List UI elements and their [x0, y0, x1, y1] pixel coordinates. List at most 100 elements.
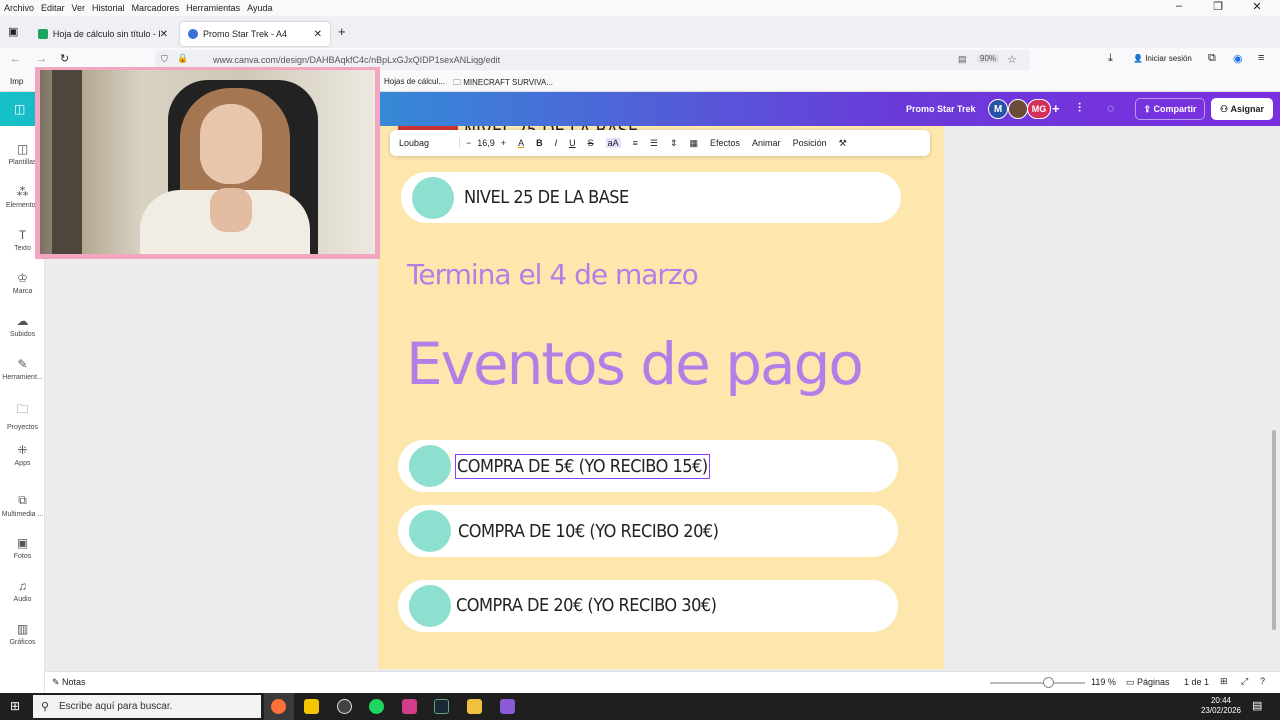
assign-button[interactable]: ⚇ Asignar — [1211, 98, 1273, 120]
menu-bookmarks[interactable]: Marcadores — [132, 3, 180, 13]
text-color-icon[interactable]: A — [518, 138, 524, 148]
list-item-text[interactable]: NIVEL 25 DE LA BASE — [464, 187, 629, 208]
uploads-icon: ☁ — [16, 314, 29, 328]
avatar[interactable]: M — [988, 99, 1008, 119]
zoom-slider[interactable] — [990, 682, 1085, 684]
underline-icon[interactable]: U — [569, 138, 576, 148]
transparency-icon[interactable]: ▦ — [690, 138, 699, 149]
list-item-text[interactable]: COMPRA DE 10€ (YO RECIBO 20€) — [458, 521, 719, 542]
taskbar-search[interactable]: ⚲ Escribe aquí para buscar. — [33, 695, 261, 718]
menu-file[interactable]: Archivo — [4, 3, 34, 13]
sidebar-item-brand[interactable]: ♔ Marca — [0, 271, 45, 295]
bookmark-minecraft[interactable]: 🗀 MINECRAFT SURVIVA... — [453, 77, 553, 91]
forward-icon[interactable]: → — [36, 53, 47, 65]
close-tab-icon[interactable]: ✕ — [314, 29, 322, 40]
list-icon[interactable]: ☰ — [650, 138, 658, 149]
strikethrough-icon[interactable]: S — [588, 138, 594, 148]
hamburger-icon[interactable]: ◫ — [14, 102, 25, 116]
maximize-icon[interactable]: ❐ — [1202, 0, 1234, 13]
list-item-event[interactable]: COMPRA DE 5€ (YO RECIBO 15€) — [398, 440, 898, 492]
case-icon[interactable]: aA — [605, 138, 621, 148]
notification-icon[interactable]: ▤ — [1252, 699, 1262, 712]
list-item-text[interactable]: COMPRA DE 20€ (YO RECIBO 30€) — [456, 595, 717, 616]
comment-icon[interactable]: ◌ — [1107, 101, 1114, 115]
download-icon[interactable]: ⤓ — [1108, 52, 1113, 65]
font-size-input[interactable]: 16,9 — [477, 138, 495, 148]
sidebar-item-media[interactable]: ⧉ Multimedia ... — [0, 493, 45, 518]
obs-icon[interactable] — [337, 699, 352, 714]
close-icon[interactable]: ✕ — [1241, 0, 1273, 13]
tab-spreadsheet[interactable]: Hoja de cálculo sin título - Hoja ✕ — [30, 22, 176, 46]
font-selector[interactable]: Loubag — [390, 138, 460, 148]
add-collaborator-icon[interactable]: + — [1052, 101, 1060, 116]
sidebar-item-uploads[interactable]: ☁ Subidos — [0, 314, 45, 338]
pages-button[interactable]: ▭ Páginas — [1126, 677, 1170, 688]
notes-app-icon[interactable] — [304, 699, 319, 714]
grid-view-icon[interactable]: ⊞ — [1220, 676, 1228, 687]
sidebar-item-tools[interactable]: ✎ Herramient... — [0, 357, 45, 381]
effects-button[interactable]: Efectos — [710, 138, 740, 148]
list-item-event[interactable]: COMPRA DE 10€ (YO RECIBO 20€) — [398, 505, 898, 557]
list-item-text[interactable]: COMPRA DE 5€ (YO RECIBO 15€) — [455, 454, 710, 479]
bookmark-sheets[interactable]: Hojas de cálcul... — [384, 77, 445, 86]
tab-list-icon[interactable]: ▣ — [8, 25, 18, 38]
sidebar-item-projects[interactable]: 🗀 Proyectos — [0, 400, 45, 431]
steam-icon[interactable] — [434, 699, 449, 714]
increase-size-icon[interactable]: + — [501, 138, 506, 148]
back-icon[interactable]: ← — [10, 53, 21, 65]
file-explorer-icon[interactable] — [467, 699, 482, 714]
menu-history[interactable]: Historial — [92, 3, 125, 13]
avatar[interactable]: MG — [1027, 99, 1051, 119]
zoom-badge[interactable]: 90% — [977, 54, 1000, 63]
clock[interactable]: 20:44 23/02/2026 — [1196, 696, 1246, 716]
sidebar-item-photos[interactable]: ▣ Fotos — [0, 536, 45, 560]
star-icon[interactable]: ☆ — [1007, 53, 1017, 66]
sidebar-item-apps[interactable]: ⁜ Apps — [0, 443, 45, 467]
windows-start-icon[interactable]: ⊞ — [10, 699, 20, 713]
app-icon[interactable] — [500, 699, 515, 714]
new-tab-icon[interactable]: + — [338, 24, 346, 39]
share-button[interactable]: ⇪ Compartir — [1135, 98, 1205, 120]
sidebar-item-charts[interactable]: ▥ Gráficos — [0, 622, 45, 646]
help-icon[interactable]: ? — [1260, 676, 1265, 686]
doc-title[interactable]: Promo Star Trek — [906, 104, 976, 114]
menu-view[interactable]: Ver — [72, 3, 86, 13]
vpn-icon[interactable]: ◉ — [1233, 52, 1243, 65]
animate-button[interactable]: Animar — [752, 138, 781, 148]
zoom-level[interactable]: 119 % — [1091, 677, 1116, 687]
menu-tools[interactable]: Herramientas — [186, 3, 240, 13]
menu-help[interactable]: Ayuda — [247, 3, 272, 13]
minimize-icon[interactable]: – — [1163, 0, 1195, 13]
reader-icon[interactable]: ▤ — [958, 54, 967, 65]
sidebar-item-audio[interactable]: ♫ Audio — [0, 579, 45, 603]
zoom-slider-handle[interactable] — [1043, 677, 1054, 688]
paint-format-icon[interactable]: ⚒ — [839, 138, 847, 149]
game-app-icon[interactable] — [402, 699, 417, 714]
ends-date-text[interactable]: Termina el 4 de marzo — [407, 258, 699, 291]
list-item-level[interactable]: NIVEL 25 DE LA BASE — [401, 172, 901, 223]
clock-date: 23/02/2026 — [1200, 706, 1242, 715]
extensions-icon[interactable]: ⧉ — [1208, 52, 1216, 65]
menu-icon[interactable]: ≡ — [1258, 52, 1264, 64]
position-button[interactable]: Posición — [793, 138, 827, 148]
list-item-event[interactable]: COMPRA DE 20€ (YO RECIBO 30€) — [398, 580, 898, 632]
align-icon[interactable]: ≡ — [633, 138, 638, 148]
fullscreen-icon[interactable]: ⤢ — [1241, 676, 1248, 687]
vertical-scrollbar[interactable] — [1272, 430, 1276, 630]
reload-icon[interactable]: ↻ — [60, 52, 69, 65]
bold-icon[interactable]: B — [536, 138, 543, 148]
notes-button[interactable]: ✎ Notas — [52, 677, 86, 688]
avatar-photo[interactable] — [1008, 99, 1028, 119]
firefox-icon[interactable] — [271, 699, 286, 714]
decrease-size-icon[interactable]: − — [466, 138, 471, 148]
signin-button[interactable]: 👤 Iniciar sesión — [1133, 54, 1192, 63]
close-tab-icon[interactable]: ✕ — [160, 29, 168, 40]
spacing-icon[interactable]: ⇕ — [670, 138, 678, 149]
italic-icon[interactable]: I — [555, 138, 558, 148]
bookmark-import[interactable]: Imp — [10, 77, 23, 86]
tab-promo-star-trek[interactable]: Promo Star Trek - A4 ✕ — [180, 22, 330, 46]
page-title[interactable]: Eventos de pago — [406, 330, 864, 398]
menu-edit[interactable]: Editar — [41, 3, 65, 13]
spotify-icon[interactable] — [369, 699, 384, 714]
insights-icon[interactable]: ⫶ — [1078, 101, 1081, 116]
